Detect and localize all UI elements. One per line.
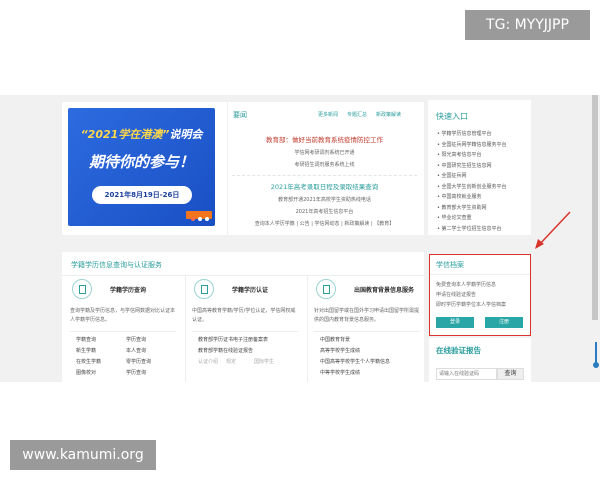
verify-code-input[interactable] (436, 368, 497, 380)
quick-entry-link[interactable]: • 全国大学生创新创业服务平台 (437, 183, 529, 194)
banner-quote: “2021学在港澳” (80, 128, 170, 141)
tg-watermark: TG: MYYJJPP (465, 10, 590, 40)
search-doc-icon (72, 279, 92, 299)
service-desc: 中国高等教育学籍/学历/学位认证，学信网权威认证。 (192, 308, 296, 323)
red-arrow-icon (535, 211, 571, 249)
service-link[interactable]: 本人查询 (126, 347, 146, 354)
service-link[interactable]: 在校生学籍 (76, 358, 101, 365)
banner-date: 2021年8月19日-26日 (92, 186, 192, 204)
login-button[interactable]: 登录 (436, 317, 474, 328)
service-link[interactable]: 零学历查询 (126, 358, 151, 365)
service-link[interactable]: 认证介绍 (198, 358, 218, 365)
service-link[interactable]: 新生学籍 (76, 347, 96, 354)
quick-entry-link[interactable]: • 中国高校就业服务 (437, 193, 529, 204)
news-link[interactable]: 教育部开通2021年高校学生资助热线电话 (232, 196, 417, 203)
news-footer-links[interactable]: 查询本人学历学籍 | 公告 | 学信网动态 | 新政策解读 | 【教育】 (232, 220, 417, 227)
quick-entry-link[interactable]: • 全国征兵网学籍信息服务平台 (437, 141, 529, 152)
news-link[interactable]: 2021年高考招生信息平台 (232, 208, 417, 215)
news-link[interactable]: 考研招生调剂服务系统上线 (232, 161, 417, 168)
service-link[interactable]: 图像校对 (76, 369, 96, 376)
headline-link[interactable]: 2021年高考录取日程及录取结果查询 (232, 181, 417, 191)
quick-entry-link[interactable]: • 学籍学历信息管理平台 (437, 130, 529, 141)
service-link[interactable]: 高等学校学生成绩 (320, 347, 360, 354)
quick-entry-link[interactable]: • 中国研究生招生信息网 (437, 162, 529, 173)
quick-entry-title: 快速入口 (436, 112, 468, 121)
service-link[interactable]: 中国高等学校学生个人学籍信息 (320, 358, 390, 365)
service-title[interactable]: 出国教育背景信息服务 (354, 285, 414, 294)
banner-title: “2021学在港澳”说明会 (68, 126, 215, 142)
policy-link[interactable]: 新政策解读 (376, 111, 401, 118)
service-link[interactable]: 中国教育背景 (320, 336, 350, 343)
archive-text: 申请在线验证报告 (436, 292, 477, 298)
service-desc: 查询学籍及学历信息，与学信网数据对比认证本人学籍学历信息。 (70, 308, 176, 323)
query-button[interactable]: 查询 (497, 368, 524, 380)
more-news-link[interactable]: 更多新闻 (318, 111, 338, 118)
archive-text: 即时学历学籍学位本人学信档案 (436, 302, 507, 308)
service-link[interactable]: 教育部学历证书电子注册备案表 (198, 336, 268, 343)
quick-entry-link[interactable]: • 阳光高考信息平台 (437, 151, 529, 162)
quick-entry-link[interactable]: • 全国征兵网 (437, 172, 529, 183)
carousel-dot[interactable] (205, 217, 209, 221)
archive-title: 学信档案 (436, 261, 464, 269)
scrollbar[interactable] (590, 95, 600, 325)
archive-text: 免费查询本人学籍学历信息 (436, 282, 497, 288)
quick-entry-link[interactable]: • 第二学士学位招生信息平台 (437, 225, 529, 236)
carousel-dot[interactable] (198, 217, 202, 221)
carousel-dot[interactable] (191, 217, 195, 221)
site-watermark: www.kamumi.org (10, 440, 156, 470)
topics-link[interactable]: 专题汇总 (347, 111, 367, 118)
services-panel: 学籍学历信息查询与认证服务 学籍学历查询 查询学籍及学历信息，与学信网数据对比认… (62, 252, 424, 382)
service-link[interactable]: 教育部学籍在线验证报告 (198, 347, 253, 354)
promo-banner[interactable]: “2021学在港澳”说明会 期待你的参与！ 2021年8月19日-26日 (68, 108, 215, 226)
passport-icon (316, 279, 336, 299)
scroll-indicator-icon (593, 362, 599, 368)
news-title: 要闻 (233, 111, 247, 119)
service-link[interactable]: 中等学校学生成绩 (320, 369, 360, 376)
news-link[interactable]: 学信网考研调剂系统已开通 (232, 149, 417, 156)
service-link[interactable]: 规定 (226, 358, 236, 365)
quick-entry-link[interactable]: • 教育部大学生资助网 (437, 204, 529, 215)
service-link[interactable]: 国际学生 (254, 358, 274, 365)
website-viewport: “2021学在港澳”说明会 期待你的参与！ 2021年8月19日-26日 要闻 … (0, 95, 600, 382)
service-link[interactable]: 学历查询 (126, 369, 146, 376)
banner-subtitle: 期待你的参与！ (88, 153, 194, 171)
quick-entry-link[interactable]: • 毕业论文查重 (437, 214, 529, 225)
xuexin-archive-panel: 学信档案 免费查询本人学籍学历信息 申请在线验证报告 即时学历学籍学位本人学信档… (429, 254, 531, 336)
verify-title: 在线验证报告 (436, 346, 481, 355)
services-title: 学籍学历信息查询与认证服务 (71, 261, 162, 269)
banner-title-rest: 说明会 (169, 128, 203, 141)
service-link[interactable]: 学籍查询 (76, 336, 96, 343)
register-button[interactable]: 注册 (485, 317, 523, 328)
service-link[interactable]: 学历查询 (126, 336, 146, 343)
carousel-dots[interactable] (191, 217, 209, 221)
verify-report-panel: 在线验证报告 查询 (429, 338, 531, 382)
service-desc: 针对出国留学或在国外学习申请出国留学所需提供的国内教育背景信息服务。 (314, 308, 420, 323)
service-title[interactable]: 学籍学历认证 (232, 285, 268, 294)
headline-link[interactable]: 教育部：做好当前教育系统疫情防控工作 (232, 134, 417, 144)
quick-entry-panel: 快速入口 • 学籍学历信息管理平台 • 全国征兵网学籍信息服务平台 • 阳光高考信息… (428, 100, 531, 235)
certificate-icon (194, 279, 214, 299)
service-title[interactable]: 学籍学历查询 (110, 285, 146, 294)
